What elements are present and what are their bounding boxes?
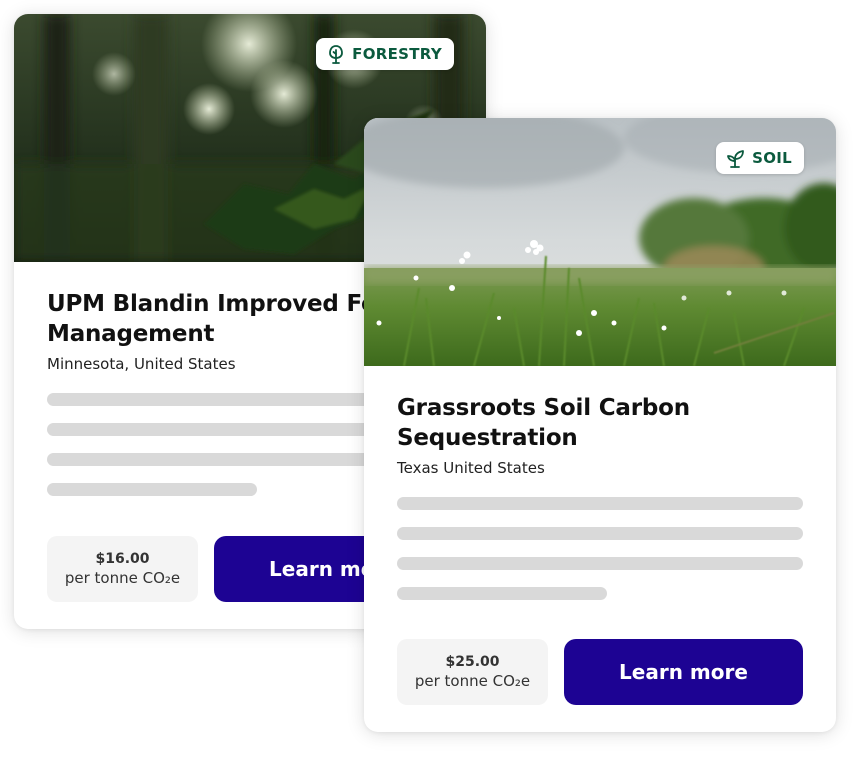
skeleton-line [397,497,803,510]
skeleton-line [397,587,607,600]
price-box: $16.00 per tonne CO₂e [47,536,198,602]
learn-more-button[interactable]: Learn more [564,639,803,705]
tree-icon [326,44,346,64]
project-title-line2: Sequestration [397,425,578,451]
category-tag: FORESTRY [316,38,454,70]
skeleton-line [397,557,803,570]
price-amount: $16.00 [95,551,150,567]
price-unit: per tonne CO₂e [64,569,181,587]
category-label: SOIL [752,149,792,167]
sprout-icon [726,148,746,168]
meadow-photo: SOIL [364,118,836,366]
category-label: FORESTRY [352,45,442,63]
project-location: Texas United States [397,459,545,477]
project-card-soil[interactable]: SOIL Grassroots Soil Carbon Sequestratio… [364,118,836,732]
project-title-line1: Grassroots Soil Carbon [397,395,690,421]
category-tag: SOIL [716,142,804,174]
price-box: $25.00 per tonne CO₂e [397,639,548,705]
description-placeholder [397,497,803,600]
project-title: Grassroots Soil Carbon Sequestration [397,393,803,453]
skeleton-line [397,527,803,540]
price-unit: per tonne CO₂e [414,672,531,690]
price-amount: $25.00 [445,654,500,670]
skeleton-line [47,483,257,496]
